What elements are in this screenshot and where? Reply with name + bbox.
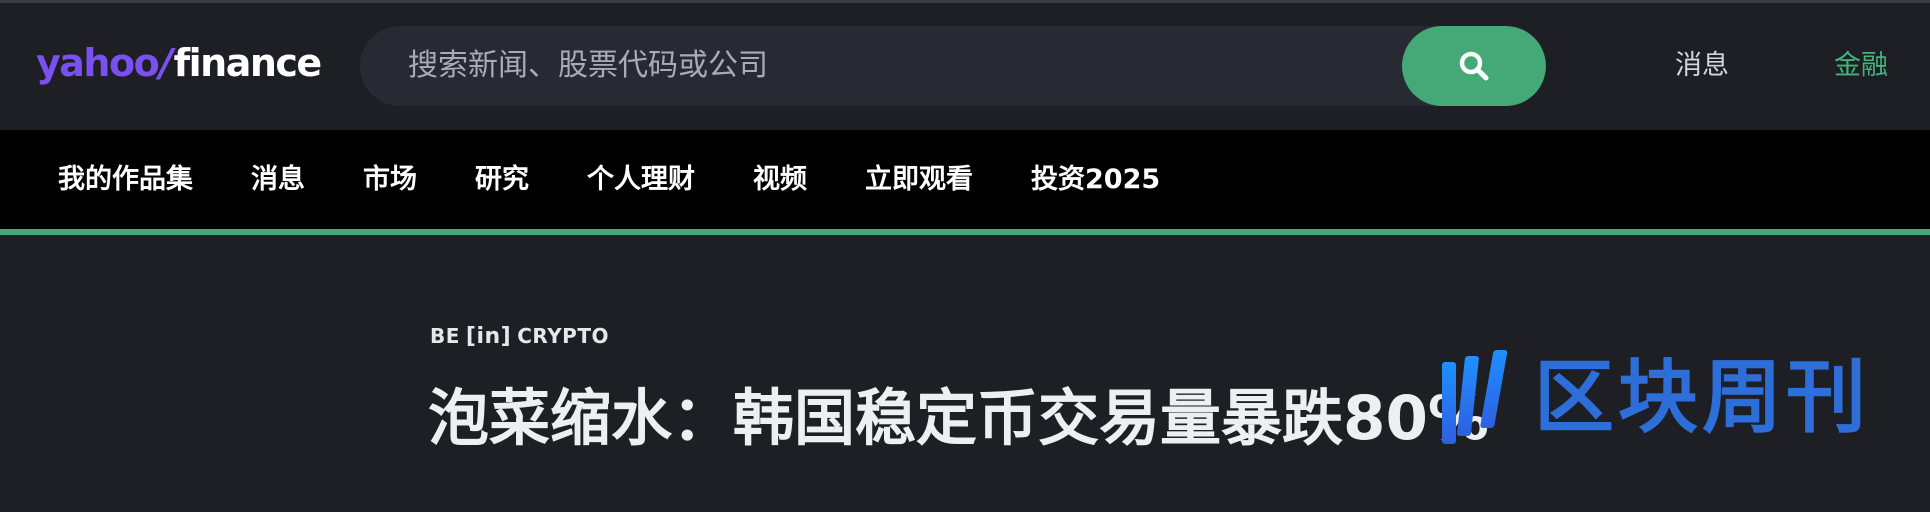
nav-item-research[interactable]: 研究 <box>475 130 529 229</box>
source-logo-crypto: CRYPTO <box>517 324 609 348</box>
source-logo-beincrypto[interactable]: BE [in] CRYPTO <box>430 321 609 351</box>
search-button[interactable] <box>1402 26 1546 106</box>
search-bar <box>360 26 1546 106</box>
header: yahoo/finance 消息 金融 <box>0 0 1930 130</box>
search-input[interactable] <box>408 26 1408 106</box>
nav-item-personal-finance[interactable]: 个人理财 <box>587 130 695 229</box>
nav-item-invest-2025[interactable]: 投资2025 <box>1031 130 1160 229</box>
nav-item-portfolio[interactable]: 我的作品集 <box>58 130 193 229</box>
nav-item-news[interactable]: 消息 <box>251 130 305 229</box>
logo-finance-text: finance <box>173 41 323 85</box>
nav-item-videos[interactable]: 视频 <box>753 130 807 229</box>
watermark-text: 区块周刊 <box>1534 351 1870 444</box>
header-link-finance[interactable]: 金融 <box>1834 46 1888 86</box>
page: yahoo/finance 消息 金融 我的作品集 消息 市场 研究 个人理财 … <box>0 0 1930 512</box>
search-icon <box>1459 51 1489 81</box>
logo-slash: / <box>159 41 173 85</box>
watermark: 区块周刊 <box>1440 348 1900 448</box>
logo-yahoo-text: yahoo <box>36 41 160 85</box>
nav-item-markets[interactable]: 市场 <box>363 130 417 229</box>
header-link-news[interactable]: 消息 <box>1675 46 1729 86</box>
nav-item-watch-now[interactable]: 立即观看 <box>865 130 973 229</box>
nav-items: 我的作品集 消息 市场 研究 个人理财 视频 立即观看 投资2025 <box>0 130 1160 229</box>
top-border <box>0 0 1930 3</box>
watermark-logo-icon <box>1442 350 1508 444</box>
yahoo-finance-logo[interactable]: yahoo / finance <box>36 38 323 88</box>
source-logo-be: BE <box>430 324 460 348</box>
source-logo-in: [in] <box>465 323 512 349</box>
main-nav: 我的作品集 消息 市场 研究 个人理财 视频 立即观看 投资2025 <box>0 130 1930 229</box>
